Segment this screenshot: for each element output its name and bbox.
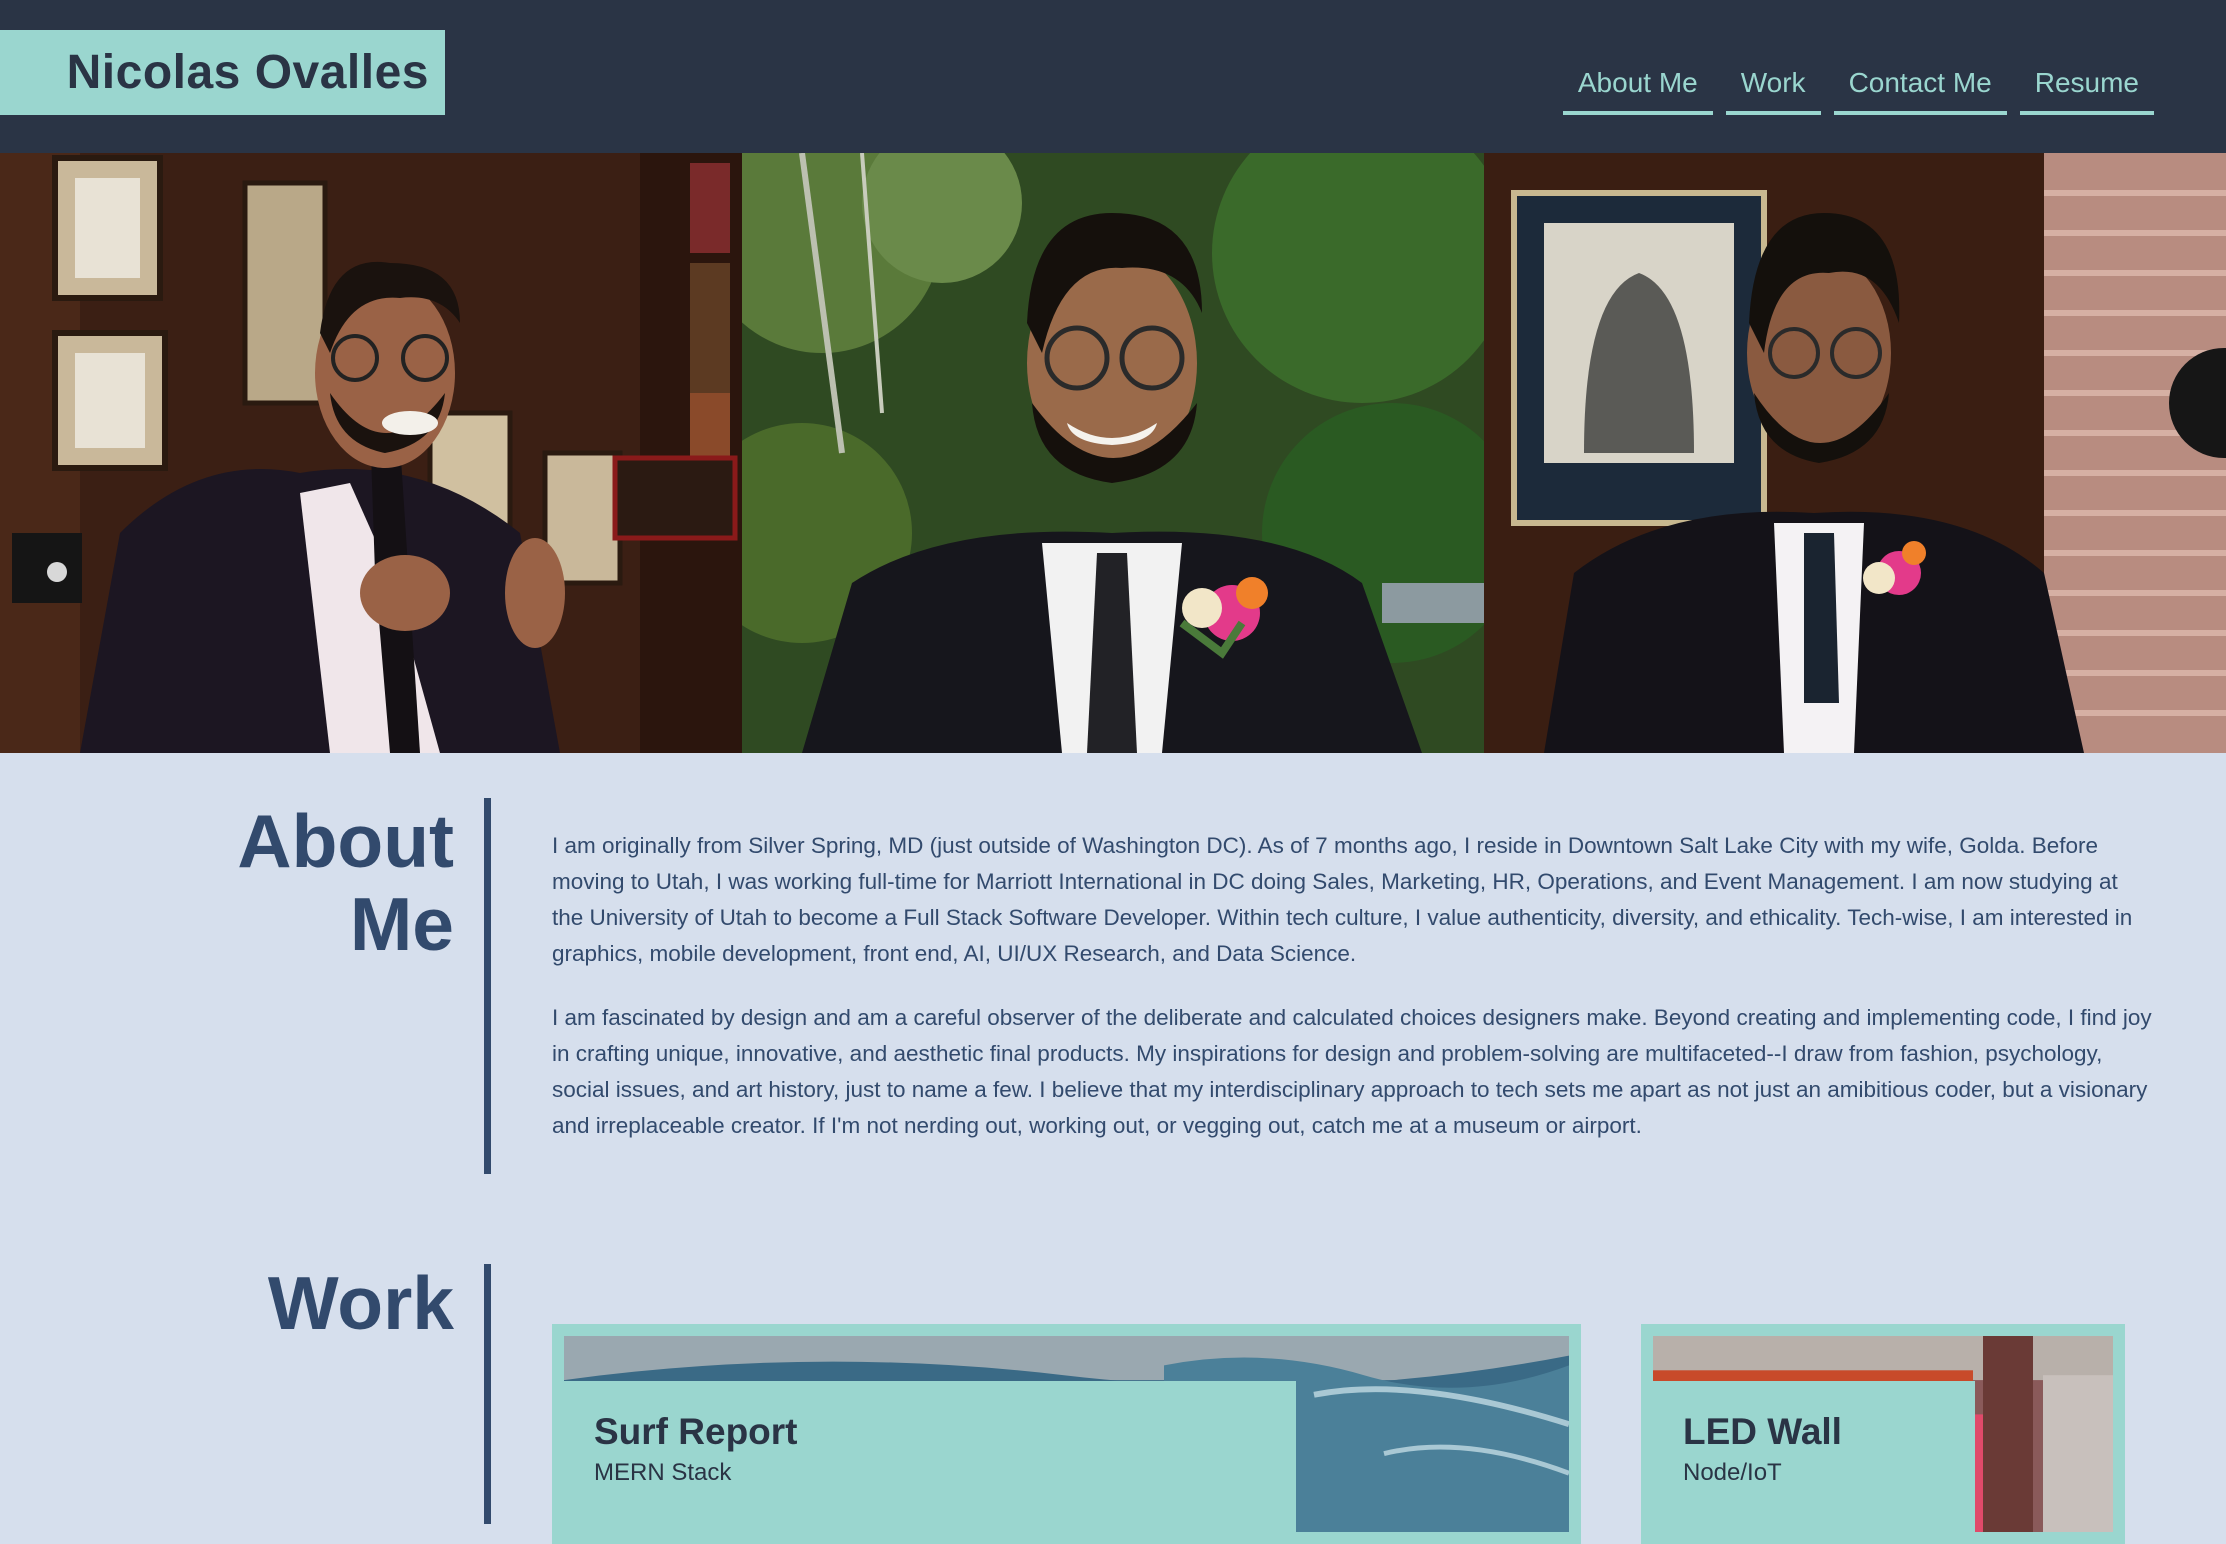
about-divider — [484, 798, 491, 1174]
about-paragraph: I am originally from Silver Spring, MD (… — [552, 833, 2133, 966]
nav-about-me[interactable]: About Me — [1562, 63, 1713, 115]
nav-work[interactable]: Work — [1725, 63, 1821, 115]
project-stack: MERN Stack — [594, 1459, 732, 1486]
hero-photo-strip — [0, 153, 2226, 753]
project-card-led-wall[interactable]: LED Wall Node/IoT — [1641, 1324, 2125, 1544]
about-heading-line2: Me — [349, 881, 454, 966]
site-brand[interactable]: Nicolas Ovalles — [0, 30, 445, 115]
project-card-surf-report[interactable]: Surf Report MERN Stack — [552, 1324, 1581, 1544]
project-title: LED Wall — [1683, 1411, 1842, 1452]
about-paragraph: I am fascinated by design and am a caref… — [552, 1005, 2152, 1138]
nav-resume[interactable]: Resume — [2019, 63, 2154, 115]
main-nav: About Me Work Contact Me Resume — [1562, 63, 2154, 115]
about-heading-line1: About — [237, 799, 454, 883]
hero-photo-outdoor — [742, 153, 1484, 753]
hero-photo-library — [0, 153, 742, 753]
about-body: I am originally from Silver Spring, MD (… — [552, 828, 2152, 1172]
hero-photo-portrait-room — [1484, 153, 2226, 753]
site-header: Nicolas Ovalles About Me Work Contact Me… — [0, 0, 2226, 153]
work-divider — [484, 1264, 491, 1524]
about-heading: About Me — [180, 800, 454, 965]
project-label: LED Wall Node/IoT — [1653, 1381, 1975, 1532]
project-stack: Node/IoT — [1683, 1459, 1782, 1486]
brand-name: Nicolas Ovalles — [66, 46, 429, 99]
project-label: Surf Report MERN Stack — [564, 1381, 1296, 1532]
nav-contact-me[interactable]: Contact Me — [1833, 63, 2007, 115]
work-heading: Work — [267, 1261, 454, 1345]
project-title: Surf Report — [594, 1411, 798, 1452]
